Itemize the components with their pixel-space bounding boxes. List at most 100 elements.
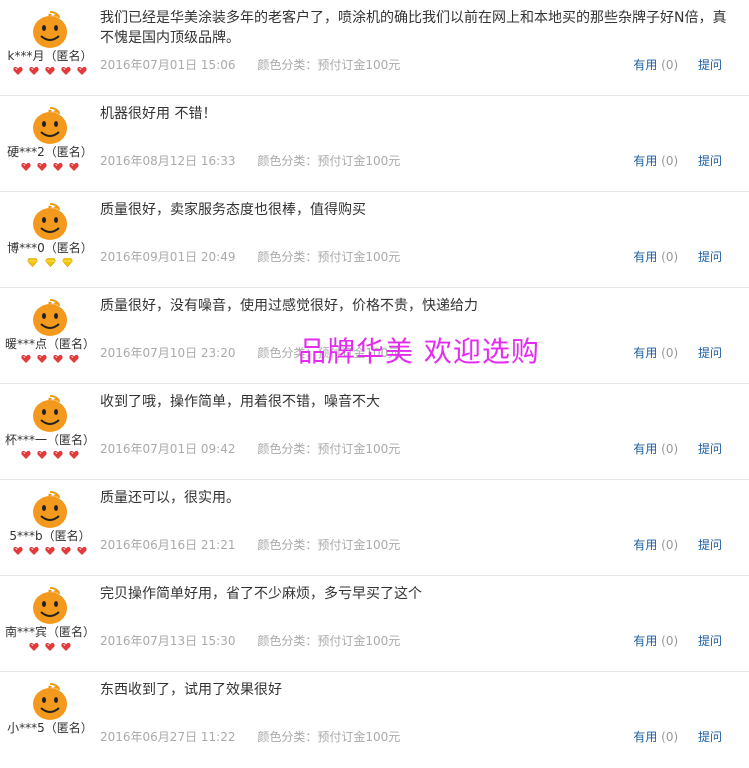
useful-count: (0) bbox=[661, 250, 679, 264]
heart-rank-icon bbox=[37, 162, 47, 171]
heart-rank-icon bbox=[61, 642, 71, 651]
ask-button[interactable]: 提问 bbox=[698, 154, 722, 168]
sku-spec: 颜色分类：预付订金100元 bbox=[257, 346, 401, 360]
heart-rank-icon bbox=[45, 642, 55, 651]
avatar-icon[interactable] bbox=[29, 584, 71, 626]
buyer-rank bbox=[0, 738, 100, 752]
useful-count: (0) bbox=[661, 634, 679, 648]
useful-button[interactable]: 有用 (0) bbox=[633, 538, 678, 552]
reviewer-name[interactable]: 小***5（匿名） bbox=[0, 719, 100, 736]
ask-button[interactable]: 提问 bbox=[698, 730, 722, 744]
avatar-icon[interactable] bbox=[29, 680, 71, 722]
heart-rank-icon bbox=[61, 66, 71, 75]
review-date: 2016年07月01日 09:42 bbox=[100, 442, 236, 456]
review-meta: 2016年09月01日 20:49 颜色分类：预付订金100元 bbox=[100, 248, 400, 265]
buyer-rank bbox=[0, 66, 100, 80]
ask-button[interactable]: 提问 bbox=[698, 442, 722, 456]
review-actions: 有用 (0) 提问 bbox=[633, 344, 722, 361]
ask-button[interactable]: 提问 bbox=[698, 634, 722, 648]
buyer-rank bbox=[0, 162, 100, 176]
review-meta: 2016年07月01日 15:06 颜色分类：预付订金100元 bbox=[100, 56, 400, 73]
review-content: 质量还可以，很实用。 bbox=[100, 490, 240, 506]
reviewer-name[interactable]: 博***0（匿名） bbox=[0, 239, 100, 256]
sku-spec: 颜色分类：预付订金100元 bbox=[257, 634, 401, 648]
sku-spec: 颜色分类：预付订金100元 bbox=[257, 730, 401, 744]
buyer-rank bbox=[0, 354, 100, 368]
review-actions: 有用 (0) 提问 bbox=[633, 56, 722, 73]
review-meta: 2016年06月27日 11:22 颜色分类：预付订金100元 bbox=[100, 728, 400, 745]
heart-rank-icon bbox=[69, 450, 79, 459]
buyer-rank bbox=[0, 546, 100, 560]
useful-button[interactable]: 有用 (0) bbox=[633, 634, 678, 648]
sku-spec: 颜色分类：预付订金100元 bbox=[257, 442, 401, 456]
ask-button[interactable]: 提问 bbox=[698, 538, 722, 552]
useful-button[interactable]: 有用 (0) bbox=[633, 346, 678, 360]
ask-button[interactable]: 提问 bbox=[698, 250, 722, 264]
review-content: 质量很好，卖家服务态度也很棒，值得购买 bbox=[100, 202, 366, 218]
useful-label: 有用 bbox=[633, 58, 658, 72]
heart-rank-icon bbox=[13, 546, 23, 555]
useful-label: 有用 bbox=[633, 634, 658, 648]
useful-count: (0) bbox=[661, 346, 679, 360]
review-row: 小***5（匿名） 东西收到了，试用了效果很好 2016年06月27日 11:2… bbox=[0, 672, 749, 768]
reviewer-name[interactable]: k***月（匿名） bbox=[0, 47, 100, 64]
diamond-rank-icon bbox=[61, 258, 73, 267]
heart-rank-icon bbox=[53, 450, 63, 459]
avatar-icon[interactable] bbox=[29, 200, 71, 242]
review-content: 东西收到了，试用了效果很好 bbox=[100, 682, 282, 698]
useful-label: 有用 bbox=[633, 538, 658, 552]
heart-rank-icon bbox=[29, 546, 39, 555]
review-actions: 有用 (0) 提问 bbox=[633, 536, 722, 553]
useful-button[interactable]: 有用 (0) bbox=[633, 730, 678, 744]
heart-rank-icon bbox=[21, 162, 31, 171]
useful-count: (0) bbox=[661, 538, 679, 552]
review-row: k***月（匿名） 我们已经是华美涂装多年的老客户了，喷涂机的确比我们以前在网上… bbox=[0, 0, 749, 96]
review-row: 暖***点（匿名） 质量很好，没有噪音，使用过感觉很好，价格不贵，快递给力 20… bbox=[0, 288, 749, 384]
heart-rank-icon bbox=[21, 354, 31, 363]
heart-rank-icon bbox=[21, 450, 31, 459]
avatar-icon[interactable] bbox=[29, 104, 71, 146]
reviewer-name[interactable]: 杯***一（匿名） bbox=[0, 431, 100, 448]
avatar-icon[interactable] bbox=[29, 392, 71, 434]
ask-button[interactable]: 提问 bbox=[698, 346, 722, 360]
heart-rank-icon bbox=[37, 354, 47, 363]
heart-rank-icon bbox=[61, 546, 71, 555]
useful-count: (0) bbox=[661, 154, 679, 168]
diamond-rank-icon bbox=[44, 258, 56, 267]
review-date: 2016年09月01日 20:49 bbox=[100, 250, 236, 264]
review-row: 硬***2（匿名） 机器很好用 不错！ 2016年08月12日 16:33 颜色… bbox=[0, 96, 749, 192]
diamond-rank-icon bbox=[27, 258, 39, 267]
avatar-icon[interactable] bbox=[29, 488, 71, 530]
review-date: 2016年08月12日 16:33 bbox=[100, 154, 236, 168]
useful-button[interactable]: 有用 (0) bbox=[633, 58, 678, 72]
avatar-icon[interactable] bbox=[29, 8, 71, 50]
avatar-icon[interactable] bbox=[29, 296, 71, 338]
useful-label: 有用 bbox=[633, 442, 658, 456]
review-actions: 有用 (0) 提问 bbox=[633, 152, 722, 169]
reviewer-name[interactable]: 硬***2（匿名） bbox=[0, 143, 100, 160]
reviewer-name[interactable]: 5***b（匿名） bbox=[0, 527, 100, 544]
buyer-rank bbox=[0, 450, 100, 464]
heart-rank-icon bbox=[45, 66, 55, 75]
review-meta: 2016年07月01日 09:42 颜色分类：预付订金100元 bbox=[100, 440, 400, 457]
useful-count: (0) bbox=[661, 58, 679, 72]
reviewer-name[interactable]: 暖***点（匿名） bbox=[0, 335, 100, 352]
heart-rank-icon bbox=[29, 642, 39, 651]
heart-rank-icon bbox=[45, 546, 55, 555]
review-meta: 2016年07月10日 23:20 颜色分类：预付订金100元 bbox=[100, 344, 400, 361]
review-meta: 2016年06月16日 21:21 颜色分类：预付订金100元 bbox=[100, 536, 400, 553]
review-date: 2016年07月10日 23:20 bbox=[100, 346, 236, 360]
reviewer-name[interactable]: 南***宾（匿名） bbox=[0, 623, 100, 640]
review-row: 南***宾（匿名） 完贝操作简单好用，省了不少麻烦，多亏早买了这个 2016年0… bbox=[0, 576, 749, 672]
review-content: 机器很好用 不错！ bbox=[100, 106, 217, 122]
useful-button[interactable]: 有用 (0) bbox=[633, 154, 678, 168]
heart-rank-icon bbox=[69, 354, 79, 363]
useful-label: 有用 bbox=[633, 154, 658, 168]
sku-spec: 颜色分类：预付订金100元 bbox=[257, 538, 401, 552]
ask-button[interactable]: 提问 bbox=[698, 58, 722, 72]
useful-label: 有用 bbox=[633, 250, 658, 264]
useful-label: 有用 bbox=[633, 346, 658, 360]
useful-button[interactable]: 有用 (0) bbox=[633, 250, 678, 264]
useful-button[interactable]: 有用 (0) bbox=[633, 442, 678, 456]
review-actions: 有用 (0) 提问 bbox=[633, 632, 722, 649]
